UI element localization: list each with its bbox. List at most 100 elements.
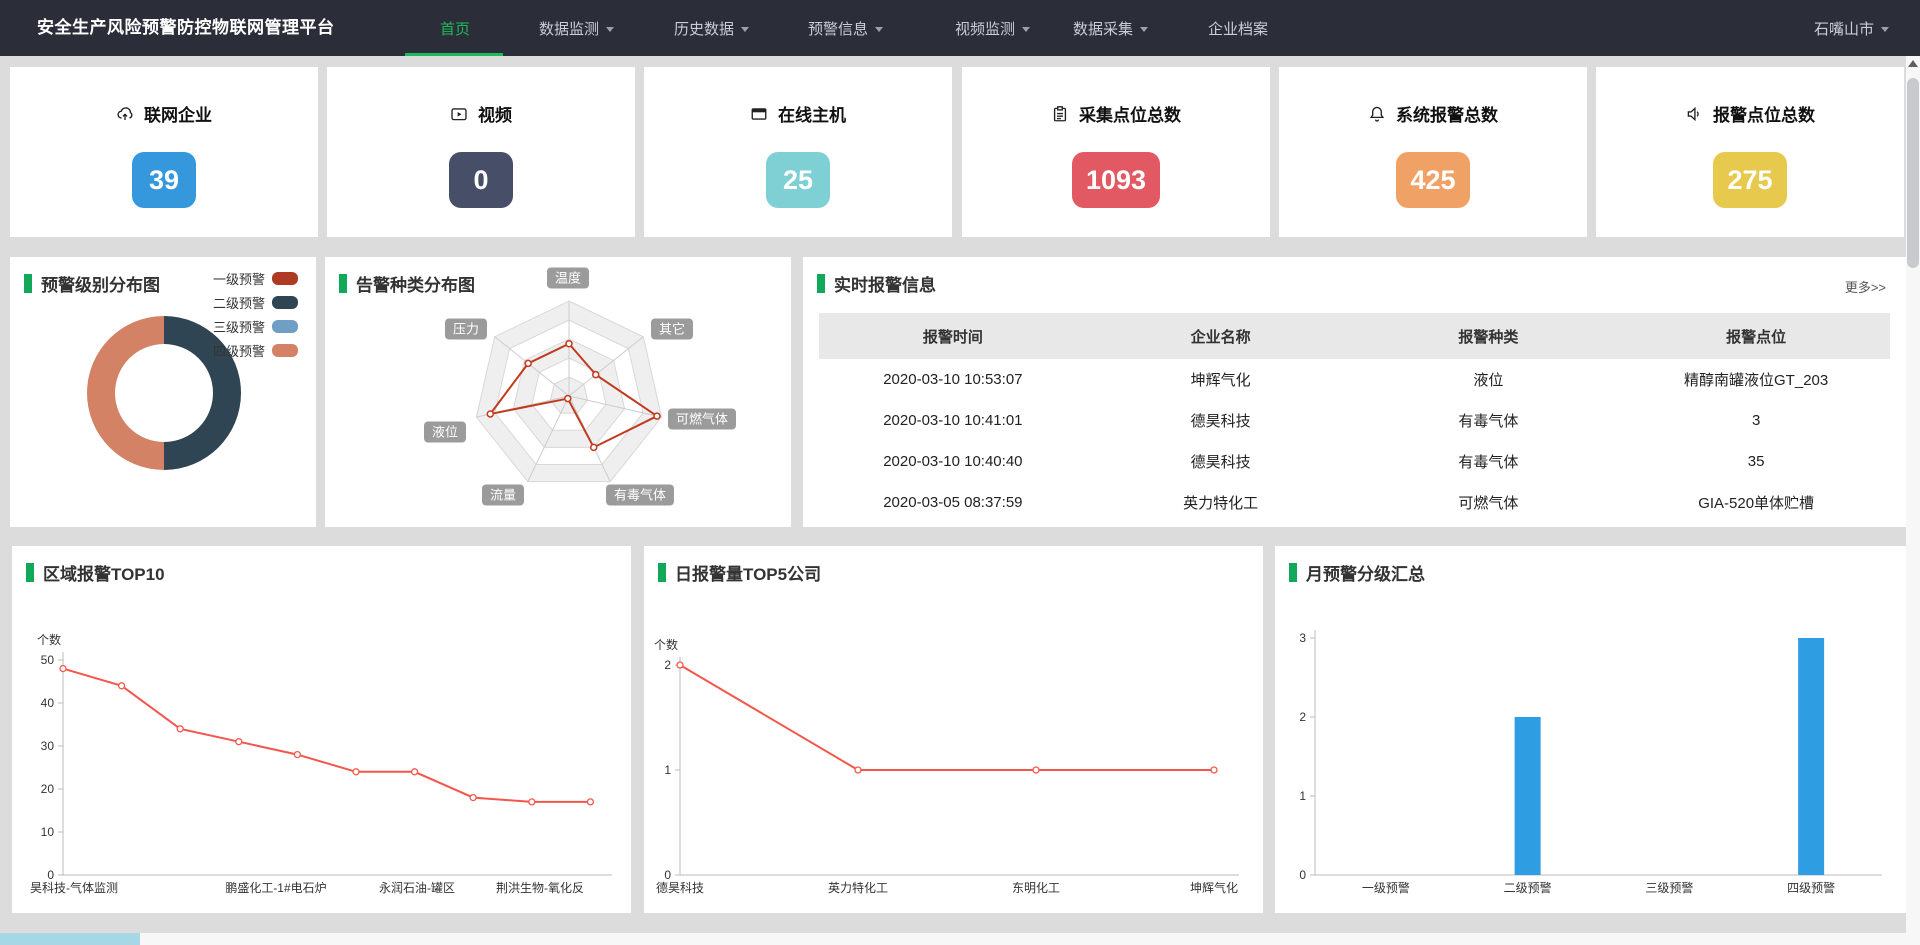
chevron-down-icon (606, 27, 614, 32)
nav-item-history-data[interactable]: 历史数据 (674, 0, 749, 56)
chevron-down-icon (741, 27, 749, 32)
title-marker (817, 274, 825, 293)
column-header: 企业名称 (1087, 326, 1355, 347)
stat-badge-wrap: 39 (10, 152, 318, 208)
data-point (236, 739, 242, 745)
radar-axis-label: 可燃气体 (668, 409, 736, 430)
y-tick-label: 1 (664, 763, 671, 777)
radar-data-point (591, 444, 597, 450)
data-point (855, 767, 861, 773)
x-tick-label: 四级预警 (1787, 880, 1835, 895)
nav-item-enterprise-archive[interactable]: 企业档案 (1208, 0, 1268, 56)
x-tick-label: 一级预警 (1362, 880, 1410, 895)
more-link[interactable]: 更多>> (1845, 277, 1886, 296)
stat-card-header: 联网企业 (10, 101, 318, 126)
legend-item[interactable]: 一级预警 (213, 269, 298, 287)
y-tick-label: 0 (47, 868, 54, 882)
data-point (470, 795, 476, 801)
radar-data-point (487, 411, 493, 417)
alarm-table: 报警时间企业名称报警种类报警点位 2020-03-10 10:53:07坤辉气化… (819, 313, 1890, 523)
title-marker (1289, 563, 1297, 582)
legend-item[interactable]: 三级预警 (213, 317, 298, 335)
data-point (294, 752, 300, 758)
stat-card-header: 系统报警总数 (1279, 101, 1587, 126)
top-nav: 安全生产风险预警防控物联网管理平台 首页数据监测历史数据预警信息视频监测数据采集… (0, 0, 1920, 56)
table-cell: 坤辉气化 (1087, 369, 1355, 390)
nav-item-label: 视频监测 (955, 18, 1015, 39)
y-tick-label: 50 (41, 653, 55, 667)
alarm-type-radar-chart (325, 257, 791, 527)
y-tick-label: 2 (1299, 710, 1306, 724)
nav-item-warning-info[interactable]: 预警信息 (808, 0, 883, 56)
nav-item-data-collect[interactable]: 数据采集 (1073, 0, 1148, 56)
legend-swatch (272, 296, 298, 309)
x-tick-label: 荆洪生物-氧化反 (496, 881, 584, 895)
data-point (529, 799, 535, 805)
table-row: 2020-03-10 10:40:40德昊科技有毒气体35 (819, 441, 1890, 482)
panel-title: 日报警量TOP5公司 (658, 560, 821, 585)
stat-badge-wrap: 0 (327, 152, 635, 208)
radar-axis-label: 有毒气体 (606, 485, 674, 506)
radar-axis-label: 温度 (547, 268, 589, 289)
y-tick-label: 0 (664, 868, 671, 882)
x-tick-label: 二级预警 (1504, 880, 1552, 895)
x-tick-label: 坤辉气化 (1190, 880, 1238, 895)
column-header: 报警时间 (819, 326, 1087, 347)
region-selector[interactable]: 石嘴山市 (1814, 0, 1889, 56)
stat-badge-wrap: 25 (644, 152, 952, 208)
legend-item[interactable]: 二级预警 (213, 293, 298, 311)
title-marker (24, 274, 32, 293)
data-point (412, 769, 418, 775)
stat-card-online-enterprise: 联网企业 39 (10, 67, 318, 237)
y-tick-label: 20 (41, 782, 55, 796)
table-cell: 2020-03-10 10:41:01 (819, 412, 1087, 429)
x-tick-label: 东明化工 (1012, 881, 1060, 895)
stat-label: 联网企业 (144, 101, 212, 126)
nav-item-label: 预警信息 (808, 18, 868, 39)
legend-swatch (272, 320, 298, 333)
line-series (63, 669, 590, 802)
title-marker (339, 274, 347, 293)
table-cell: 2020-03-05 08:37:59 (819, 494, 1087, 511)
alarm-table-body: 2020-03-10 10:53:07坤辉气化液位精醇南罐液位GT_203202… (819, 359, 1890, 523)
panel-title: 预警级别分布图 (24, 271, 160, 296)
scroll-up-arrow-icon[interactable] (1908, 60, 1918, 67)
radar-data-point (593, 372, 599, 378)
y-axis-name: 个数 (654, 637, 678, 652)
daily-top5-line-chart: 012个数德昊科技英力特化工东明化工坤辉气化 (644, 546, 1263, 913)
bar (1515, 717, 1541, 875)
table-cell: 英力特化工 (1087, 492, 1355, 513)
x-tick-label: 德昊科技 (656, 880, 704, 895)
x-tick-label: 鹏盛化工-1#电石炉 (225, 880, 326, 895)
nav-item-home[interactable]: 首页 (440, 0, 470, 56)
table-cell: 德昊科技 (1087, 451, 1355, 472)
clipboard-icon (1051, 105, 1069, 123)
horizontal-scrollbar-thumb[interactable] (0, 933, 140, 945)
stat-value-badge: 1093 (1072, 152, 1160, 208)
radar-data-point (565, 396, 571, 402)
radar-axis-label: 其它 (651, 319, 693, 340)
stat-badge-wrap: 275 (1596, 152, 1904, 208)
data-point (1211, 767, 1217, 773)
nav-item-video-monitor[interactable]: 视频监测 (955, 0, 1030, 56)
panel-title-text: 告警种类分布图 (356, 271, 475, 296)
vertical-scrollbar[interactable] (1906, 56, 1920, 945)
stat-label: 系统报警总数 (1396, 101, 1498, 126)
table-cell: 可燃气体 (1355, 492, 1623, 513)
horizontal-scrollbar[interactable] (0, 933, 1906, 945)
chevron-down-icon (1022, 27, 1030, 32)
table-row: 2020-03-05 08:37:59英力特化工可燃气体GIA-520单体贮槽 (819, 482, 1890, 523)
vertical-scrollbar-thumb[interactable] (1907, 78, 1919, 268)
donut-slice (164, 316, 241, 470)
chevron-down-icon (1881, 27, 1889, 32)
monthly-summary-panel: 月预警分级汇总 0123一级预警二级预警三级预警四级预警 (1275, 546, 1906, 913)
radar-data-point (566, 341, 572, 347)
y-tick-label: 0 (1299, 868, 1306, 882)
legend-item[interactable]: 四级预警 (213, 341, 298, 359)
nav-item-data-monitor[interactable]: 数据监测 (539, 0, 614, 56)
legend-label: 四级预警 (213, 341, 265, 360)
alarm-type-panel: 告警种类分布图 温度其它可燃气体有毒气体流量液位压力 (325, 257, 791, 527)
table-cell: GIA-520单体贮槽 (1622, 492, 1890, 513)
panel-title-text: 实时报警信息 (834, 271, 936, 296)
table-cell: 液位 (1355, 369, 1623, 390)
